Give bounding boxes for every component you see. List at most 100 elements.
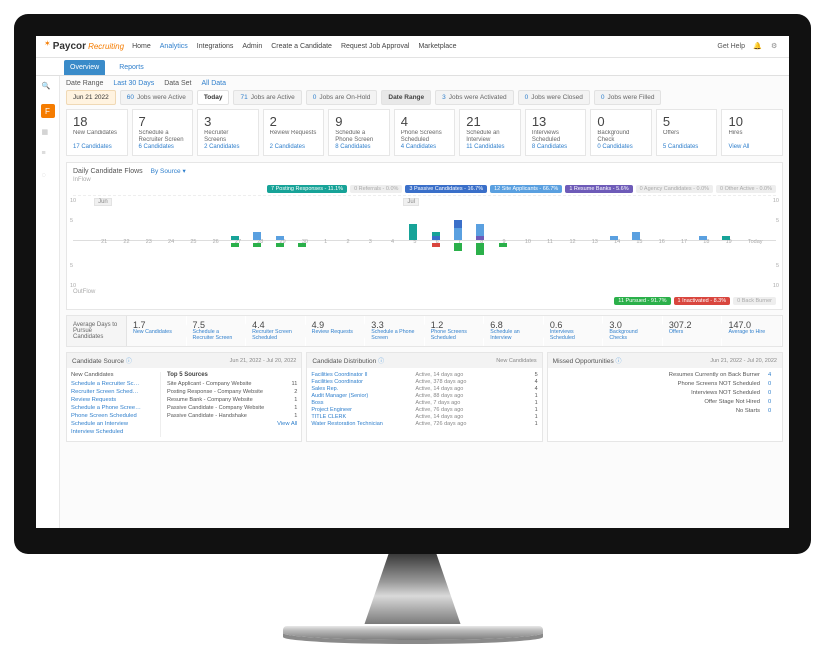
missed-row[interactable]: Interviews NOT Scheduled0 xyxy=(552,390,778,396)
metric-card[interactable]: 3Recruiter Screens Scheduled2 Candidates xyxy=(197,109,259,156)
missed-row[interactable]: No Starts0 xyxy=(552,408,778,414)
pipeline-stage[interactable]: 4.9Review Requests xyxy=(306,316,366,346)
source-filter-link[interactable]: Recruiter Screen Sched… xyxy=(71,389,156,395)
chip-jobs-closed[interactable]: 0Jobs were Closed xyxy=(518,90,590,105)
distribution-row[interactable]: Facilities CoordinatorActive, 378 days a… xyxy=(311,379,537,385)
nav-marketplace[interactable]: Marketplace xyxy=(418,43,456,50)
missed-opportunities-panel: Missed Opportunities ⓘJun 21, 2022 - Jul… xyxy=(547,352,783,442)
chip-jobs-activated[interactable]: 3Jobs were Activated xyxy=(435,90,513,105)
distribution-row[interactable]: BossActive, 7 days ago1 xyxy=(311,400,537,406)
people-icon[interactable]: ◌ xyxy=(42,172,54,184)
filters-row: Date Range Last 30 Days Data Set All Dat… xyxy=(66,80,783,87)
distribution-row[interactable]: Water Restoration TechnicianActive, 726 … xyxy=(311,421,537,427)
pipeline-stage[interactable]: 147.0Average to Hire xyxy=(722,316,782,346)
source-row: Resume Bank - Company Website1 xyxy=(167,397,297,403)
metric-card[interactable]: 7Schedule a Recruiter Screen6 Candidates xyxy=(132,109,194,156)
pipeline-stage[interactable]: 1.2Phone Screens Scheduled xyxy=(425,316,485,346)
source-filter-link[interactable]: Interview Scheduled xyxy=(71,429,156,435)
distribution-row[interactable]: Facilities Coordinator IIActive, 14 days… xyxy=(311,372,537,378)
outflow-bar xyxy=(476,243,484,255)
outflow-bar xyxy=(231,243,239,247)
source-row: Passive Candidate - Company Website1 xyxy=(167,405,297,411)
chart-title: Daily Candidate Flows xyxy=(73,168,143,175)
metric-card[interactable]: 13Interviews Scheduled8 Candidates xyxy=(525,109,587,156)
nav-admin[interactable]: Admin xyxy=(242,43,262,50)
chart-panel: Daily Candidate Flows By Source ▾ InFlow… xyxy=(66,162,783,310)
legend-item: 1 Resume Banks - 5.6% xyxy=(565,185,632,193)
pipeline-stage[interactable]: 0.6Interviews Scheduled xyxy=(544,316,604,346)
source-filter-link[interactable]: Schedule a Phone Scree… xyxy=(71,405,156,411)
dataset-value[interactable]: All Data xyxy=(201,80,226,87)
chip-jobs-on-hold[interactable]: 0Jobs are On-Hold xyxy=(306,90,378,105)
info-icon[interactable]: ⓘ xyxy=(126,359,132,365)
pipeline-stage[interactable]: 3.3Schedule a Phone Screen xyxy=(365,316,425,346)
metric-card[interactable]: 5Offers5 Candidates xyxy=(656,109,718,156)
metric-card[interactable]: 21Schedule an Interview11 Candidates xyxy=(459,109,521,156)
pipeline-stage[interactable]: 307.2Offers xyxy=(663,316,723,346)
flow-chart: 2122232425262728293012345678910111213141… xyxy=(73,195,776,287)
rail-app-icon[interactable]: F xyxy=(41,104,55,118)
metric-card[interactable]: 2Review Requests2 Candidates xyxy=(263,109,325,156)
pipeline-stage[interactable]: 1.7New Candidates xyxy=(127,316,187,346)
legend-item: 12 Site Applicants - 66.7% xyxy=(490,185,562,193)
chart-source-dropdown[interactable]: By Source ▾ xyxy=(151,167,186,175)
list-icon[interactable]: ≡ xyxy=(42,150,54,162)
chip-daterange[interactable]: Date Range xyxy=(381,90,431,105)
metric-card[interactable]: 4Phone Screens Scheduled4 Candidates xyxy=(394,109,456,156)
outflow-bar xyxy=(454,243,462,251)
outflow-bar xyxy=(499,243,507,247)
chip-jobs-filled[interactable]: 0Jobs were Filled xyxy=(594,90,662,105)
get-help-link[interactable]: Get Help xyxy=(717,43,745,50)
source-filter-link[interactable]: Review Requests xyxy=(71,397,156,403)
source-filter-link[interactable]: Schedule a Recruiter Sc… xyxy=(71,381,156,387)
nav-create-candidate[interactable]: Create a Candidate xyxy=(271,43,332,50)
metric-card[interactable]: 18New Candidates17 Candidates xyxy=(66,109,128,156)
pipeline-stage[interactable]: 6.8Schedule an Interview xyxy=(484,316,544,346)
sub-nav: Overview Reports xyxy=(36,58,789,76)
candidate-source-panel: Candidate Source ⓘJun 21, 2022 - Jul 20,… xyxy=(66,352,302,442)
bell-icon[interactable]: 🔔 xyxy=(753,42,763,52)
source-filter-link[interactable]: Phone Screen Scheduled xyxy=(71,413,156,419)
source-filter-link[interactable]: Schedule an Interview xyxy=(71,421,156,427)
source-row: Passive Candidate - Handshake1 xyxy=(167,413,297,419)
distribution-row[interactable]: Project EngineerActive, 76 days ago1 xyxy=(311,407,537,413)
distribution-row[interactable]: Sales Rep.Active, 14 days ago4 xyxy=(311,386,537,392)
calendar-icon[interactable]: ▦ xyxy=(42,128,54,140)
pipeline-stage[interactable]: 3.0Background Checks xyxy=(603,316,663,346)
missed-row[interactable]: Resumes Currently on Back Burner4 xyxy=(552,372,778,378)
info-icon[interactable]: ⓘ xyxy=(378,359,384,365)
date-range-value[interactable]: Last 30 Days xyxy=(113,80,154,87)
inflow-bar xyxy=(722,236,730,240)
inflow-bar xyxy=(454,220,462,240)
nav-integrations[interactable]: Integrations xyxy=(197,43,234,50)
view-all-link[interactable]: View All xyxy=(277,421,297,427)
outflow-bar xyxy=(432,243,440,247)
legend-item: 1 Inactivated - 8.3% xyxy=(674,297,731,305)
missed-row[interactable]: Phone Screens NOT Scheduled0 xyxy=(552,381,778,387)
info-icon[interactable]: ⓘ xyxy=(616,359,622,365)
metric-card[interactable]: 0Background Check Completed0 Candidates xyxy=(590,109,652,156)
pipeline-stage[interactable]: 7.5Schedule a Recruiter Screen xyxy=(187,316,247,346)
distribution-row[interactable]: Audit Manager (Senior)Active, 88 days ag… xyxy=(311,393,537,399)
nav-request-approval[interactable]: Request Job Approval xyxy=(341,43,410,50)
legend-item: 0 Other Active - 0.0% xyxy=(716,185,776,193)
inflow-bar xyxy=(632,232,640,240)
missed-row[interactable]: Offer Stage Not Hired0 xyxy=(552,399,778,405)
inflow-bar xyxy=(409,224,417,240)
source-row: Posting Response - Company Website2 xyxy=(167,389,297,395)
chip-jobs-are-active[interactable]: 71Jobs are Active xyxy=(233,90,301,105)
chip-date[interactable]: Jun 21 2022 xyxy=(66,90,116,105)
metric-card[interactable]: 9Schedule a Phone Screen8 Candidates xyxy=(328,109,390,156)
gear-icon[interactable]: ⚙ xyxy=(771,42,781,52)
tab-overview[interactable]: Overview xyxy=(64,60,105,75)
pipeline-stage[interactable]: 4.4Recruiter Screen Scheduled xyxy=(246,316,306,346)
source-row: Site Applicant - Company Website11 xyxy=(167,381,297,387)
search-icon[interactable]: 🔍 xyxy=(42,82,54,94)
nav-home[interactable]: Home xyxy=(132,43,151,50)
chip-jobs-were-active[interactable]: 60Jobs were Active xyxy=(120,90,193,105)
tab-reports[interactable]: Reports xyxy=(113,60,150,75)
distribution-row[interactable]: TITLE CLERKActive, 14 days ago1 xyxy=(311,414,537,420)
metric-card[interactable]: 10HiresView All xyxy=(721,109,783,156)
nav-analytics[interactable]: Analytics xyxy=(160,43,188,50)
chip-today[interactable]: Today xyxy=(197,90,230,105)
